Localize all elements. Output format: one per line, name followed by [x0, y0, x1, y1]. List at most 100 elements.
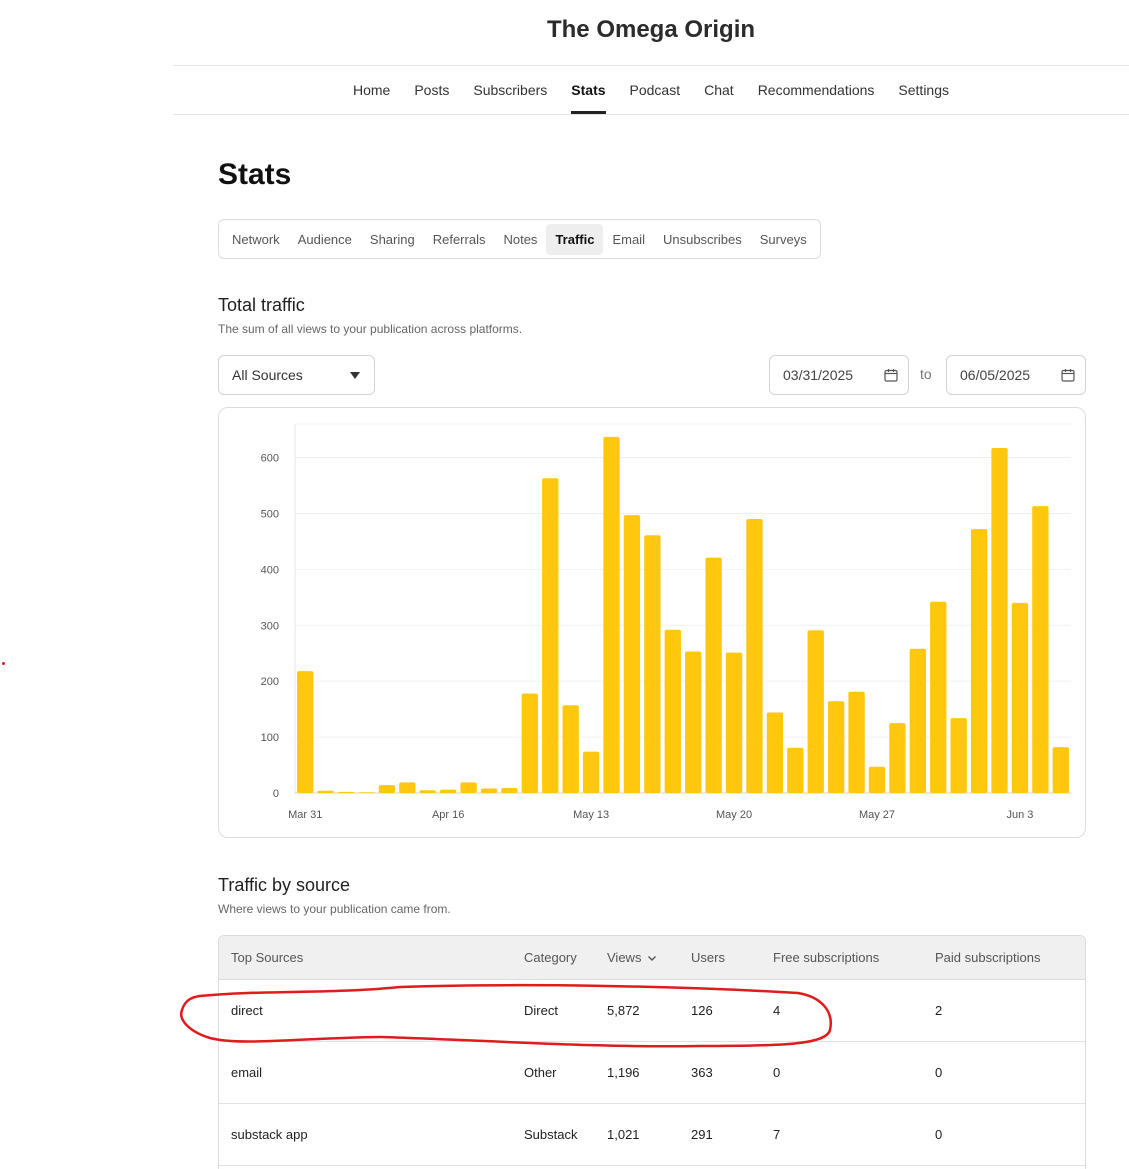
date-from-value: 03/31/2025 [783, 367, 854, 383]
bar [337, 791, 355, 793]
tab-sharing[interactable]: Sharing [361, 224, 424, 255]
nav-posts[interactable]: Posts [402, 66, 461, 114]
bar [950, 718, 967, 793]
source-paid-subscriptions: 0 [935, 1127, 943, 1142]
column-header-top-sources[interactable]: Top Sources [231, 936, 303, 979]
nav-home[interactable]: Home [341, 66, 402, 114]
column-header-views[interactable]: Views [607, 936, 657, 979]
total-traffic-subtitle: The sum of all views to your publication… [218, 322, 523, 336]
source-free-subscriptions: 7 [773, 1127, 781, 1142]
bar [582, 751, 600, 793]
source-views: 5,872 [607, 1003, 640, 1018]
table-row[interactable]: substack app Substack 1,021 291 7 0 [219, 1104, 1085, 1166]
bar [358, 792, 375, 793]
nav-settings[interactable]: Settings [886, 66, 961, 114]
tab-unsubscribes[interactable]: Unsubscribes [654, 224, 751, 255]
page-title: Stats [218, 158, 292, 191]
source-category: Substack [524, 1127, 578, 1142]
bar [725, 652, 743, 793]
date-to-input[interactable]: 06/05/2025 [946, 355, 1086, 395]
nav-podcast[interactable]: Podcast [618, 66, 693, 114]
bar [1011, 602, 1029, 793]
table-row[interactable]: email Other 1,196 363 0 0 [219, 1042, 1085, 1104]
bar [868, 766, 886, 793]
tab-notes[interactable]: Notes [494, 224, 546, 255]
bar [705, 557, 722, 793]
y-tick-label: 0 [273, 788, 279, 800]
y-tick-label: 400 [261, 564, 279, 576]
source-free-subscriptions: 0 [773, 1065, 781, 1080]
source-name: direct [231, 1003, 263, 1018]
source-name: substack app [231, 1127, 308, 1142]
y-tick-label: 100 [261, 732, 279, 744]
traffic-bar-chart: 0 100 200 300 400 500 600 Mar 31 Apr 16 May 13 May… [261, 423, 1071, 821]
tab-network[interactable]: Network [223, 224, 289, 255]
source-paid-subscriptions: 2 [935, 1003, 943, 1018]
bar [827, 701, 845, 793]
tab-email[interactable]: Email [603, 224, 654, 255]
y-tick-label: 500 [261, 508, 279, 520]
bar [848, 691, 865, 793]
date-to-value: 06/05/2025 [960, 367, 1031, 383]
bar [562, 705, 579, 793]
traffic-by-source-subtitle: Where views to your publication came fro… [218, 902, 451, 916]
column-header-category[interactable]: Category [524, 936, 577, 979]
tab-surveys[interactable]: Surveys [751, 224, 816, 255]
source-views: 1,021 [607, 1127, 640, 1142]
source-category: Direct [524, 1003, 558, 1018]
chevron-down-icon [648, 955, 657, 961]
bar [644, 535, 661, 793]
publication-title: The Omega Origin [546, 16, 756, 43]
bar [521, 693, 539, 793]
source-free-subscriptions: 4 [773, 1003, 781, 1018]
column-header-views-label: Views [607, 950, 642, 965]
column-header-free-subscriptions[interactable]: Free subscriptions [773, 936, 879, 979]
table-header: Top Sources Category Views Users Free su… [219, 936, 1085, 980]
nav-chat[interactable]: Chat [692, 66, 746, 114]
y-tick-label: 200 [261, 676, 279, 688]
nav-stats[interactable]: Stats [559, 66, 617, 114]
traffic-by-source-title: Traffic by source [218, 875, 351, 895]
source-views: 1,196 [607, 1065, 640, 1080]
x-tick-label: May 13 [573, 809, 609, 821]
column-header-paid-subscriptions[interactable]: Paid subscriptions [935, 936, 1041, 979]
x-tick-label: Jun 3 [1006, 809, 1033, 821]
annotation-dot [2, 662, 5, 665]
date-from-input[interactable]: 03/31/2025 [769, 355, 909, 395]
tab-traffic[interactable]: Traffic [546, 223, 604, 255]
bar [930, 601, 947, 793]
calendar-icon[interactable] [1061, 368, 1075, 382]
date-range-to-label: to [920, 366, 932, 382]
bar [909, 648, 927, 793]
source-users: 291 [691, 1127, 713, 1142]
calendar-icon[interactable] [884, 368, 898, 382]
nav-recommendations[interactable]: Recommendations [746, 66, 887, 114]
x-tick-label: Apr 16 [432, 809, 464, 821]
bar [399, 782, 416, 793]
bar [501, 787, 518, 793]
nav-subscribers[interactable]: Subscribers [461, 66, 559, 114]
main-nav: Home Posts Subscribers Stats Podcast Cha… [173, 65, 1129, 115]
bar [664, 629, 681, 793]
column-header-users[interactable]: Users [691, 936, 725, 979]
bar [1052, 747, 1069, 793]
table-row[interactable]: direct Direct 5,872 126 4 2 [219, 980, 1085, 1042]
tab-referrals[interactable]: Referrals [424, 224, 495, 255]
bar [1032, 506, 1049, 793]
bar [889, 723, 906, 793]
x-tick-label: May 27 [859, 809, 895, 821]
bar [419, 790, 436, 793]
bar [460, 782, 477, 793]
bar [317, 790, 334, 793]
y-tick-label: 300 [261, 620, 279, 632]
tab-audience[interactable]: Audience [289, 224, 361, 255]
bar [991, 448, 1008, 793]
source-select[interactable]: All Sources [218, 355, 375, 395]
bar [378, 785, 396, 793]
x-tick-label: Mar 31 [288, 809, 322, 821]
bar [603, 436, 620, 793]
traffic-source-table: Top Sources Category Views Users Free su… [218, 935, 1086, 1169]
x-tick-label: May 20 [716, 809, 752, 821]
source-paid-subscriptions: 0 [935, 1065, 943, 1080]
bar [623, 515, 641, 793]
